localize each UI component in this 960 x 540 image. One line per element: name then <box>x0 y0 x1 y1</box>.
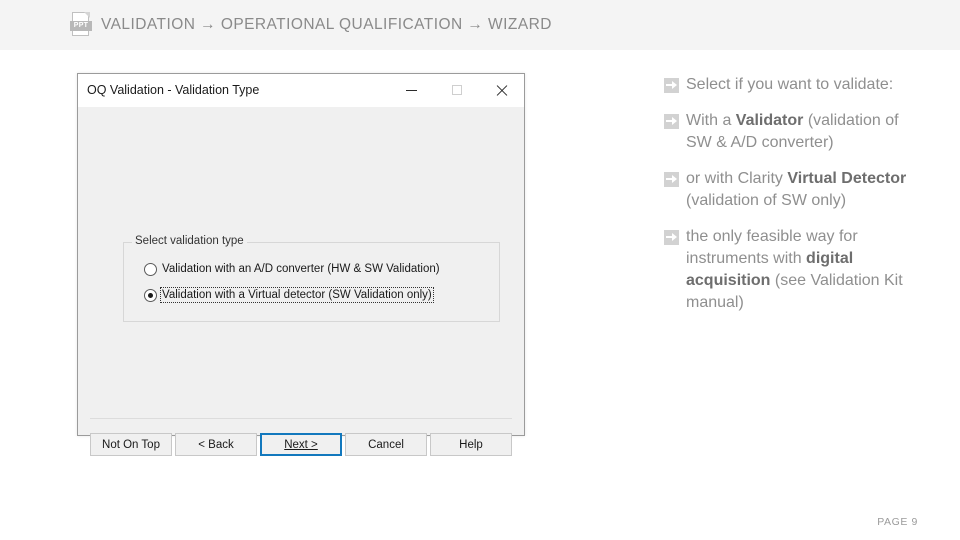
bullet-list: Select if you want to validate: With a V… <box>664 74 910 328</box>
dialog-title: OQ Validation - Validation Type <box>87 83 260 97</box>
radio-option-virtual-detector[interactable]: Validation with a Virtual detector (SW V… <box>144 287 434 303</box>
cancel-button[interactable]: Cancel <box>345 433 427 456</box>
button-label: Not On Top <box>102 438 160 451</box>
button-bar-divider <box>90 418 512 419</box>
top-banner: PPT VALIDATION → OPERATIONAL QUALIFICATI… <box>0 0 960 50</box>
breadcrumb-text: VALIDATION → OPERATIONAL QUALIFICATION →… <box>101 16 552 33</box>
ppt-icon-label: PPT <box>70 21 92 31</box>
help-button[interactable]: Help <box>430 433 512 456</box>
arrow-right-icon <box>664 114 679 129</box>
arrow-right-icon <box>664 172 679 187</box>
radio-option-label: Validation with a Virtual detector (SW V… <box>160 287 434 303</box>
button-label: < Back <box>198 438 234 451</box>
button-label: Next > <box>284 438 318 451</box>
oq-validation-dialog: OQ Validation - Validation Type Select v… <box>77 73 525 456</box>
not-on-top-button[interactable]: Not On Top <box>90 433 172 456</box>
close-button[interactable] <box>479 74 524 106</box>
list-item: the only feasible way for instruments wi… <box>664 226 910 314</box>
page-number: PAGE 9 <box>877 516 918 528</box>
validation-type-groupbox: Select validation type Validation with a… <box>123 235 500 322</box>
back-button[interactable]: < Back <box>175 433 257 456</box>
bullet-text: Select if you want to validate: <box>686 76 894 93</box>
breadcrumb: PPT VALIDATION → OPERATIONAL QUALIFICATI… <box>70 0 552 50</box>
button-label: Cancel <box>368 438 404 451</box>
ppt-file-icon: PPT <box>70 12 92 38</box>
list-item: With a Validator (validation of SW & A/D… <box>664 110 910 154</box>
button-label: Help <box>459 438 483 451</box>
radio-option-ad-converter[interactable]: Validation with an A/D converter (HW & S… <box>144 262 441 276</box>
arrow-right-icon <box>664 78 679 93</box>
list-item: or with Clarity Virtual Detector (valida… <box>664 168 910 212</box>
close-icon <box>495 84 508 97</box>
maximize-icon <box>451 85 462 95</box>
minimize-icon <box>406 89 417 91</box>
dialog-button-bar: Not On Top < Back Next > Cancel Help <box>90 433 512 456</box>
bullet-text: With a Validator (validation of SW & A/D… <box>686 112 899 151</box>
minimize-button[interactable] <box>389 74 434 106</box>
dialog-body: Select validation type Validation with a… <box>78 107 524 456</box>
dialog-titlebar[interactable]: OQ Validation - Validation Type <box>78 74 524 107</box>
arrow-right-icon <box>664 230 679 245</box>
groupbox-label: Select validation type <box>132 235 247 247</box>
next-button[interactable]: Next > <box>260 433 342 456</box>
radio-option-label: Validation with an A/D converter (HW & S… <box>162 263 440 275</box>
bullet-text: or with Clarity Virtual Detector (valida… <box>686 170 907 209</box>
bullet-text: the only feasible way for instruments wi… <box>686 228 903 311</box>
maximize-button[interactable] <box>434 74 479 106</box>
list-item: Select if you want to validate: <box>664 74 910 96</box>
radio-icon-checked[interactable] <box>144 288 157 302</box>
radio-icon-unchecked[interactable] <box>144 262 157 276</box>
